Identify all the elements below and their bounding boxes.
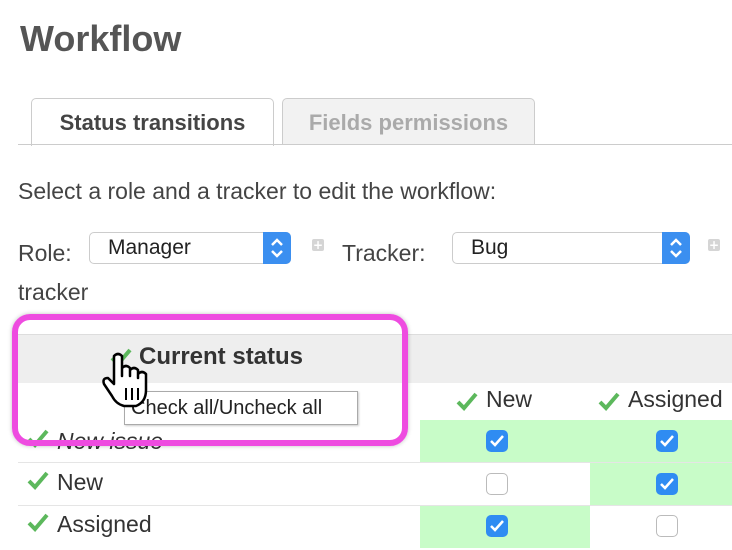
page-title: Workflow xyxy=(20,18,182,59)
role-label: Role: xyxy=(18,240,72,266)
select-arrows-icon xyxy=(662,232,690,264)
tab-status-transitions[interactable]: Status transitions xyxy=(31,98,274,146)
check-icon[interactable] xyxy=(456,391,478,415)
highlight-box xyxy=(12,314,408,446)
check-icon[interactable] xyxy=(598,391,620,415)
tracker-plus-icon[interactable]: + xyxy=(708,239,720,251)
role-select[interactable]: Manager xyxy=(89,232,291,264)
select-arrows-icon xyxy=(263,232,291,264)
hand-cursor-icon xyxy=(100,350,160,414)
column-header-assigned[interactable]: Assigned xyxy=(628,386,723,413)
transition-checkbox[interactable] xyxy=(486,473,508,495)
instructions-text: Select a role and a tracker to edit the … xyxy=(18,178,497,204)
transition-checkbox[interactable] xyxy=(486,430,508,452)
role-plus-icon[interactable]: + xyxy=(312,239,324,251)
tracker-select-value: Bug xyxy=(471,236,509,259)
row-label-assigned: Assigned xyxy=(57,511,152,537)
tabs-divider xyxy=(18,144,732,145)
row-label-new: New xyxy=(57,469,104,495)
column-header-new[interactable]: New xyxy=(486,386,532,413)
row-divider xyxy=(18,505,732,506)
check-icon[interactable] xyxy=(27,512,49,536)
tracker-select[interactable]: Bug xyxy=(452,232,690,264)
tracker-wrap-text: tracker xyxy=(18,279,89,305)
transition-checkbox[interactable] xyxy=(486,515,508,537)
transition-checkbox[interactable] xyxy=(656,430,678,452)
tracker-label: Tracker: xyxy=(342,240,426,266)
tab-fields-permissions[interactable]: Fields permissions xyxy=(282,98,535,144)
check-icon[interactable] xyxy=(27,470,49,494)
role-select-value: Manager xyxy=(108,236,191,259)
transition-checkbox[interactable] xyxy=(656,473,678,495)
transition-checkbox[interactable] xyxy=(656,515,678,537)
